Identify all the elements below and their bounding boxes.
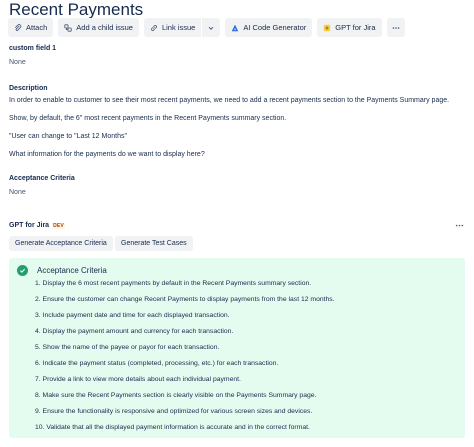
gpt-section-title: GPT for Jira (9, 222, 50, 229)
link-icon (151, 24, 157, 31)
chevron-down-icon (208, 26, 214, 30)
list-item: 10. Validate that all the displayed paym… (35, 424, 310, 431)
description-label: Description (9, 85, 48, 92)
list-item: 2. Ensure the customer can change Recent… (35, 296, 335, 303)
acceptance-criteria-value[interactable]: None (9, 189, 26, 196)
link-issue-group: Link issue (143, 18, 221, 37)
description-paragraph: In order to enable to customer to see th… (9, 97, 450, 104)
add-child-issue-button[interactable]: Add a child issue (58, 18, 139, 37)
list-item: 3. Include payment date and time for eac… (35, 312, 230, 319)
gpt-for-jira-button[interactable]: GPT for Jira (317, 18, 382, 37)
custom-field-label: custom field 1 (9, 45, 57, 52)
ai-code-generator-button[interactable]: AI Code Generator (225, 18, 313, 37)
child-issue-icon (64, 23, 72, 32)
description-paragraph: "User can change to "Last 12 Months" (9, 133, 127, 140)
issue-toolbar: Attach Add a child issue Link issue AI C… (8, 18, 405, 37)
more-icon (455, 224, 464, 227)
paperclip-icon (14, 23, 22, 31)
page-title: Recent Payments (9, 0, 144, 19)
more-actions-button[interactable] (386, 18, 405, 37)
gpt-more-actions-button[interactable] (455, 221, 464, 232)
dev-badge: DEV (52, 222, 65, 229)
list-item: 8. Make sure the Recent Payments section… (35, 392, 317, 399)
generate-test-cases-button[interactable]: Generate Test Cases (115, 236, 193, 251)
gpt-jira-label: GPT for Jira (335, 23, 376, 32)
attach-label: Attach (26, 23, 48, 32)
link-issue-button[interactable]: Link issue (143, 18, 202, 37)
add-child-label: Add a child issue (76, 23, 133, 32)
list-item: 1. Display the 6 most recent payments by… (35, 280, 312, 287)
check-circle-icon (17, 265, 28, 276)
description-paragraph: Show, by default, the 6" most recent pay… (9, 115, 287, 122)
list-item: 7. Provide a link to view more details a… (35, 376, 241, 383)
description-paragraph: What information for the payments do we … (9, 151, 205, 158)
ai-code-icon (232, 24, 239, 31)
ai-code-label: AI Code Generator (243, 23, 307, 32)
attach-button[interactable]: Attach (8, 18, 54, 37)
gpt-section-header: GPT for Jira DEV (9, 222, 65, 229)
link-issue-dropdown-button[interactable] (202, 18, 221, 37)
list-item: 6. Indicate the payment status (complete… (35, 360, 279, 367)
generate-acceptance-criteria-button[interactable]: Generate Acceptance Criteria (9, 236, 113, 251)
link-issue-label: Link issue (161, 23, 196, 32)
gpt-jira-icon (324, 24, 331, 31)
list-item: 9. Ensure the functionality is responsiv… (35, 408, 313, 415)
custom-field-value[interactable]: None (9, 59, 26, 66)
panel-title: Acceptance Criteria (37, 266, 107, 275)
list-item: 4. Display the payment amount and curren… (35, 328, 234, 335)
more-icon (392, 26, 399, 29)
acceptance-criteria-label: Acceptance Criteria (9, 175, 75, 182)
list-item: 5. Show the name of the payee or payor f… (35, 344, 220, 351)
